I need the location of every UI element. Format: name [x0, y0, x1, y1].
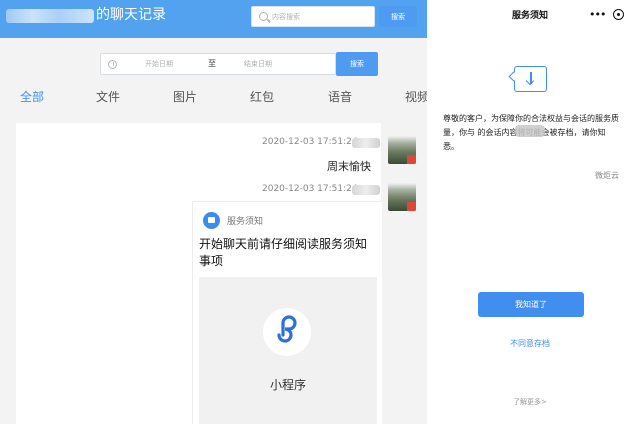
service-notice-panel: 服务须知 ••• 尊敬的客户，为保障你的合法权益与会话的服务质量，你与 的会话内… — [427, 0, 633, 424]
blurred-sender — [352, 138, 380, 148]
more-icon[interactable]: ••• — [589, 8, 606, 21]
agree-button[interactable]: 我知道了 — [478, 292, 584, 317]
blurred-contact-name — [6, 9, 94, 23]
avatar[interactable] — [388, 183, 416, 211]
service-notice-icon — [203, 212, 220, 229]
content-search-box[interactable] — [251, 6, 375, 27]
clock-icon — [108, 60, 117, 69]
end-date-field[interactable]: 结束日期 — [244, 59, 272, 69]
mini-program-card[interactable]: 服务须知 开始聊天前请仔细阅读服务须知事项 小程序 — [192, 201, 382, 424]
tab-voice[interactable]: 语音 — [328, 88, 352, 106]
header-search-button[interactable]: 搜索 — [379, 6, 417, 27]
content-search-input[interactable] — [272, 9, 370, 25]
card-source: 服务须知 — [227, 217, 264, 227]
date-separator: 至 — [208, 59, 216, 68]
tab-all[interactable]: 全部 — [20, 88, 44, 106]
card-thumbnail: 小程序 — [199, 277, 377, 424]
card-title: 开始聊天前请仔细阅读服务须知事项 — [199, 237, 368, 268]
blurred-company-name — [515, 125, 545, 137]
blurred-sender — [352, 185, 380, 195]
mini-program-label: 小程序 — [269, 378, 306, 392]
learn-more-link[interactable]: 了解更多> — [427, 397, 633, 407]
date-range-picker[interactable]: 开始日期 至 结束日期 — [100, 53, 336, 75]
start-date-field[interactable]: 开始日期 — [145, 59, 173, 69]
search-icon — [259, 12, 268, 21]
category-tabs: 全部 文件 图片 红包 语音 视频 — [0, 88, 427, 108]
tab-images[interactable]: 图片 — [173, 88, 197, 106]
date-search-button[interactable]: 搜索 — [336, 52, 378, 76]
target-icon[interactable] — [613, 9, 624, 20]
mini-program-icon — [263, 308, 311, 356]
avatar[interactable] — [388, 136, 416, 164]
message-text: 周末愉快 — [327, 160, 371, 173]
page-title: 的聊天记录 — [96, 7, 166, 23]
message-time: 2020-12-03 17:51:24 — [262, 184, 358, 194]
disagree-archive-link[interactable]: 不同意存档 — [427, 338, 633, 349]
download-notice-icon — [514, 66, 547, 92]
message-time: 2020-12-03 17:51:24 — [262, 137, 358, 147]
tab-files[interactable]: 文件 — [96, 88, 120, 106]
notice-signature: 微炬云 — [595, 171, 619, 180]
chat-record-window: 的聊天记录 搜索 开始日期 至 结束日期 搜索 全部 文件 图片 红包 语音 视… — [0, 0, 427, 424]
tab-video[interactable]: 视频 — [405, 88, 427, 106]
tab-red-packets[interactable]: 红包 — [250, 88, 274, 106]
header-bar: 的聊天记录 搜索 — [0, 0, 427, 38]
